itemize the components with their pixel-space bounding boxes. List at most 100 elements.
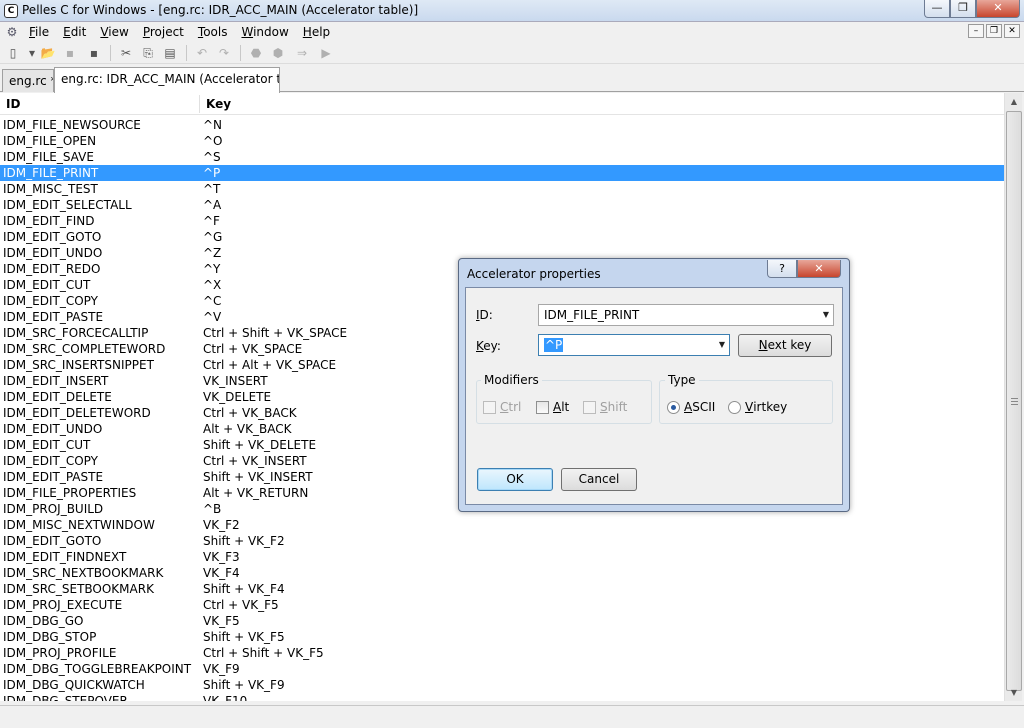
table-row[interactable]: IDM_PROJ_PROFILE Ctrl + Shift + VK_F5: [0, 645, 1004, 661]
menu-item-view[interactable]: View: [93, 25, 135, 39]
table-row[interactable]: IDM_MISC_NEXTWINDOW VK_F2: [0, 517, 1004, 533]
next-key-button[interactable]: Next key: [738, 334, 832, 357]
table-row[interactable]: IDM_EDIT_GOTO Shift + VK_F2: [0, 533, 1004, 549]
cancel-button[interactable]: Cancel: [561, 468, 637, 491]
id-value: IDM_FILE_PRINT: [544, 308, 640, 322]
column-divider[interactable]: [199, 95, 200, 113]
ctrl-checkbox[interactable]: Ctrl: [483, 400, 521, 414]
copy-icon[interactable]: ⎘: [140, 45, 156, 61]
vertical-scrollbar[interactable]: ▲ ▼: [1004, 93, 1022, 701]
column-header-id[interactable]: ID: [6, 97, 20, 111]
row-id: IDM_EDIT_DELETEWORD: [3, 406, 151, 420]
save-icon[interactable]: ▪: [62, 45, 78, 61]
alt-checkbox[interactable]: Alt: [536, 400, 569, 414]
table-row[interactable]: IDM_DBG_GO VK_F5: [0, 613, 1004, 629]
maximize-button[interactable]: ❐: [950, 0, 976, 18]
toolbar-separator: [186, 45, 187, 61]
window-controls: — ❐ ✕: [924, 0, 1020, 18]
table-row[interactable]: IDM_FILE_OPEN ^O: [0, 133, 1004, 149]
minimize-button[interactable]: —: [924, 0, 950, 18]
menu-item-project[interactable]: Project: [136, 25, 191, 39]
row-key: Ctrl + VK_F5: [203, 598, 279, 612]
row-id: IDM_EDIT_CUT: [3, 278, 91, 292]
table-row[interactable]: IDM_PROJ_EXECUTE Ctrl + VK_F5: [0, 597, 1004, 613]
row-id: IDM_FILE_OPEN: [3, 134, 97, 148]
table-row[interactable]: IDM_FILE_NEWSOURCE ^N: [0, 117, 1004, 133]
id-combobox[interactable]: IDM_FILE_PRINT ▼: [538, 304, 834, 326]
key-dropdown-icon[interactable]: ▼: [719, 340, 725, 349]
row-id: IDM_MISC_TEST: [3, 182, 98, 196]
table-row[interactable]: IDM_FILE_PRINT ^P: [0, 165, 1004, 181]
table-row[interactable]: IDM_SRC_SETBOOKMARK Shift + VK_F4: [0, 581, 1004, 597]
shift-checkbox[interactable]: Shift: [583, 400, 627, 414]
column-header-key[interactable]: Key: [206, 97, 231, 111]
compile-icon[interactable]: ⬣: [248, 45, 264, 61]
menu-item-window[interactable]: Window: [234, 25, 295, 39]
table-row[interactable]: IDM_DBG_STEPOVER VK_F10: [0, 693, 1004, 701]
mdi-restore-button[interactable]: ❐: [986, 24, 1002, 38]
row-id: IDM_DBG_STOP: [3, 630, 97, 644]
scroll-up-icon[interactable]: ▲: [1006, 93, 1022, 110]
dialog-help-button[interactable]: ?: [767, 260, 797, 278]
row-key: ^N: [203, 118, 223, 132]
row-id: IDM_EDIT_COPY: [3, 294, 98, 308]
dialog-title: Accelerator properties: [467, 267, 601, 281]
mdi-minimize-button[interactable]: –: [968, 24, 984, 38]
row-id: IDM_EDIT_GOTO: [3, 230, 102, 244]
scrollbar-thumb[interactable]: [1006, 111, 1022, 691]
table-row[interactable]: IDM_EDIT_FIND ^F: [0, 213, 1004, 229]
debug-icon[interactable]: ⇒: [294, 45, 310, 61]
row-id: IDM_FILE_NEWSOURCE: [3, 118, 141, 132]
menu-item-help[interactable]: Help: [296, 25, 337, 39]
new-file-icon[interactable]: ▯: [5, 45, 21, 61]
dialog-close-button[interactable]: ✕: [797, 260, 841, 278]
mdi-close-button[interactable]: ✕: [1004, 24, 1020, 38]
status-bar: [0, 705, 1024, 728]
paste-icon[interactable]: ▤: [162, 45, 178, 61]
menu-item-edit[interactable]: Edit: [56, 25, 93, 39]
menu-item-tools[interactable]: Tools: [191, 25, 235, 39]
id-dropdown-icon[interactable]: ▼: [823, 310, 829, 319]
table-row[interactable]: IDM_FILE_SAVE ^S: [0, 149, 1004, 165]
row-key: Ctrl + Alt + VK_SPACE: [203, 358, 337, 372]
undo-icon[interactable]: ↶: [194, 45, 210, 61]
table-row[interactable]: IDM_EDIT_SELECTALL ^A: [0, 197, 1004, 213]
cut-icon[interactable]: ✂: [118, 45, 134, 61]
row-id: IDM_PROJ_PROFILE: [3, 646, 117, 660]
ascii-radio[interactable]: A SCII: [667, 400, 715, 414]
close-button[interactable]: ✕: [976, 0, 1020, 18]
execute-icon[interactable]: ▶: [318, 45, 334, 61]
build-icon[interactable]: ⬢: [270, 45, 286, 61]
redo-icon[interactable]: ↷: [216, 45, 232, 61]
ok-button[interactable]: OK: [477, 468, 553, 491]
dropdown-arrow-icon[interactable]: ▾: [24, 45, 40, 61]
row-key: ^Z: [203, 246, 222, 260]
row-key: VK_F3: [203, 550, 240, 564]
row-key: Shift + VK_INSERT: [203, 470, 313, 484]
document-menu-icon[interactable]: ⚙: [4, 24, 20, 40]
virtkey-radio[interactable]: Virtkey: [728, 400, 787, 414]
tab-accelerator-table[interactable]: eng.rc: IDR_ACC_MAIN (Accelerator ta...: [54, 67, 280, 93]
table-row[interactable]: IDM_DBG_STOP Shift + VK_F5: [0, 629, 1004, 645]
table-row[interactable]: IDM_SRC_NEXTBOOKMARK VK_F4: [0, 565, 1004, 581]
table-row[interactable]: IDM_EDIT_FINDNEXT VK_F3: [0, 549, 1004, 565]
row-key: VK_F9: [203, 662, 240, 676]
row-key: Shift + VK_F4: [203, 582, 285, 596]
row-id: IDM_PROJ_EXECUTE: [3, 598, 123, 612]
tab-eng-rc[interactable]: eng.rc *: [2, 69, 54, 92]
row-id: IDM_DBG_GO: [3, 614, 84, 628]
save-all-icon[interactable]: ▪: [86, 45, 102, 61]
table-row[interactable]: IDM_DBG_TOGGLEBREAKPOINT VK_F9: [0, 661, 1004, 677]
scroll-down-icon[interactable]: ▼: [1006, 684, 1022, 701]
table-row[interactable]: IDM_MISC_TEST ^T: [0, 181, 1004, 197]
open-folder-icon[interactable]: 📂: [40, 45, 56, 61]
modifiers-group-title: Modifiers: [481, 373, 542, 387]
row-key: VK_DELETE: [203, 390, 272, 404]
key-combobox[interactable]: ^P ▼: [538, 334, 730, 356]
menu-item-file[interactable]: File: [22, 25, 56, 39]
table-row[interactable]: IDM_DBG_QUICKWATCH Shift + VK_F9: [0, 677, 1004, 693]
row-key: Shift + VK_F5: [203, 630, 285, 644]
table-row[interactable]: IDM_EDIT_GOTO ^G: [0, 229, 1004, 245]
row-id: IDM_MISC_NEXTWINDOW: [3, 518, 155, 532]
row-key: Ctrl + VK_INSERT: [203, 454, 307, 468]
